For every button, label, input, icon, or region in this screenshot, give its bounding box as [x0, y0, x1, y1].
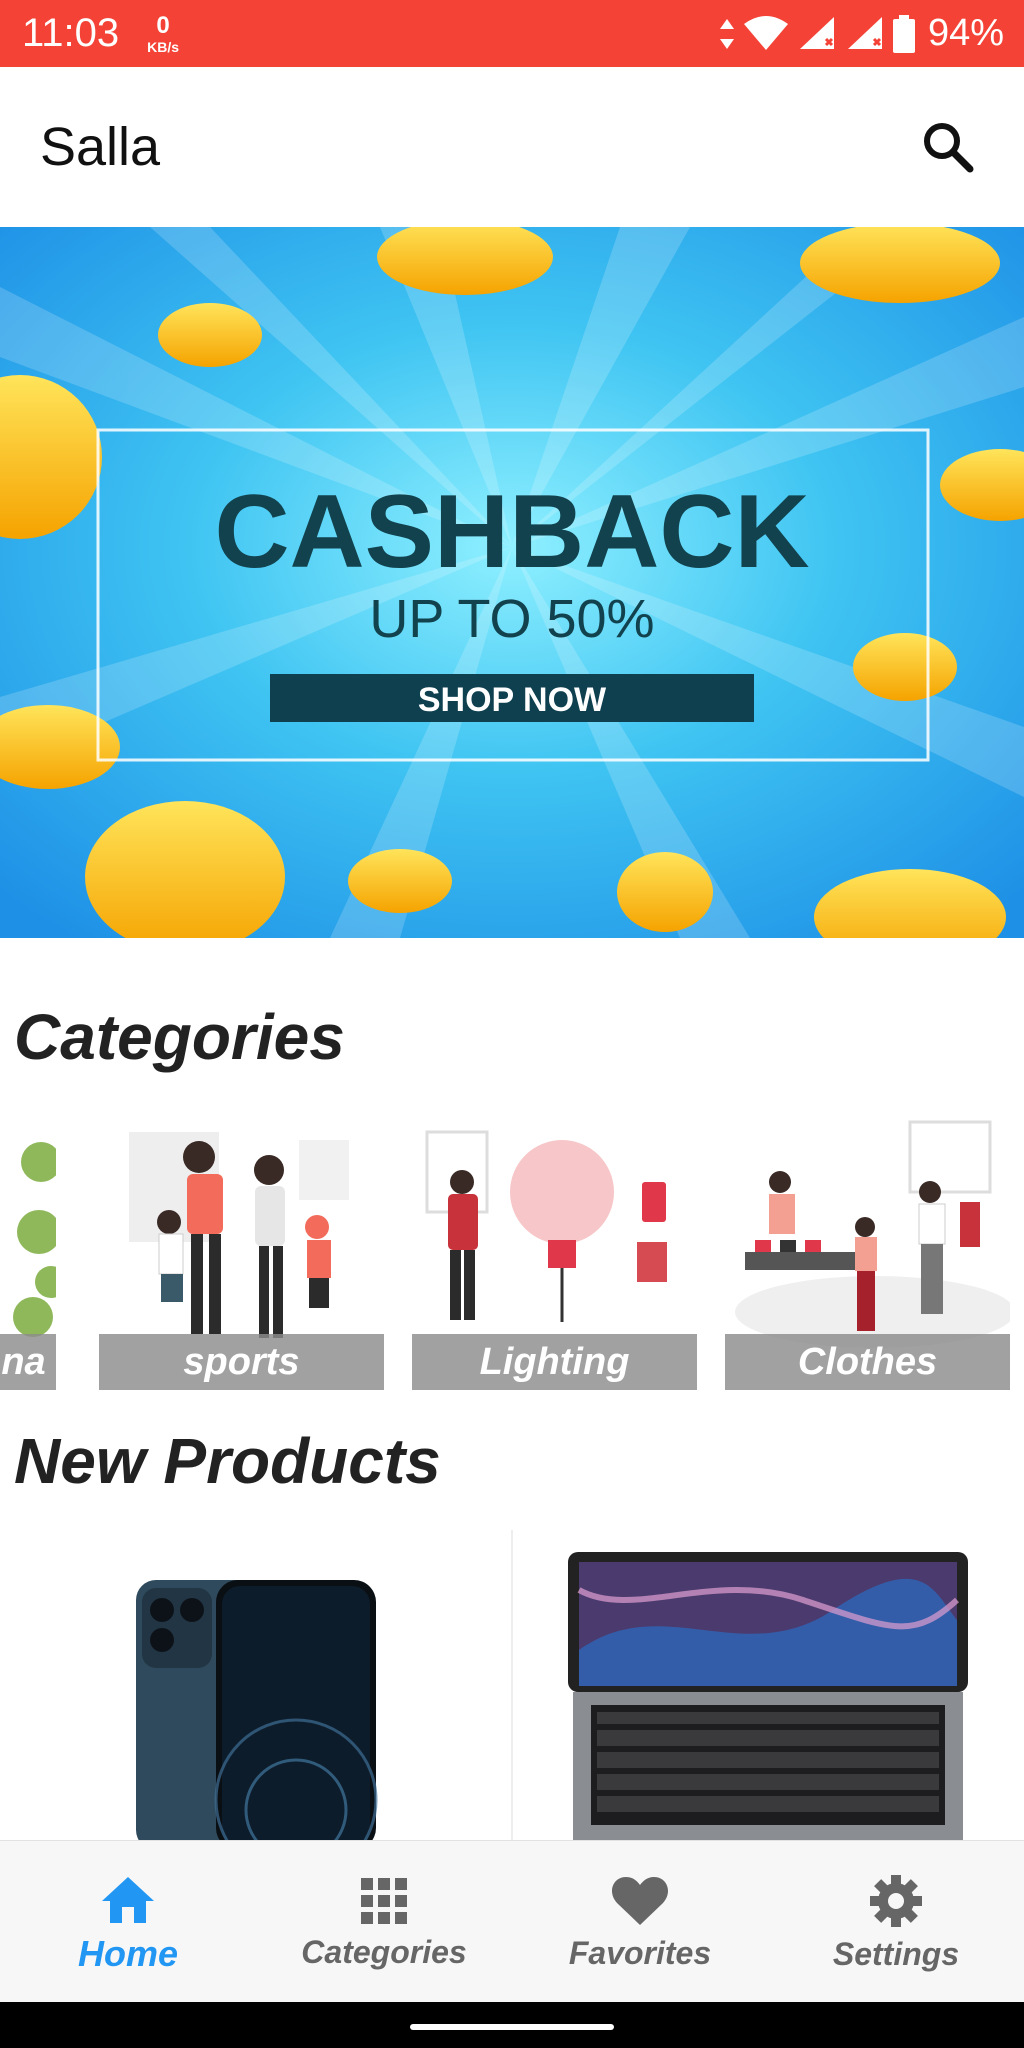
wifi-icon — [743, 15, 788, 52]
battery-percent: 94% — [927, 12, 1004, 54]
network-speed-unit: KB/s — [147, 38, 180, 55]
category-card-clothes[interactable]: Clothes — [725, 1112, 1010, 1390]
bottom-navigation: Home Categories Favorites Settings — [0, 1840, 1024, 2002]
gear-icon — [870, 1875, 922, 1927]
nav-categories[interactable]: Categories — [256, 1841, 512, 2002]
banner-cta: SHOP NOW — [418, 681, 607, 719]
app-title: Salla — [40, 117, 161, 177]
categories-carousel[interactable]: na sports Lighting Clothes — [0, 1112, 1024, 1392]
nav-home-label: Home — [77, 1932, 179, 1974]
category-card[interactable]: na — [0, 1112, 56, 1390]
network-speed: 0 KB/s — [147, 11, 180, 55]
banner-headline: CASHBACK — [214, 474, 809, 590]
battery-icon — [892, 14, 916, 54]
nav-favorites-label: Favorites — [568, 1935, 712, 1971]
nav-settings[interactable]: Settings — [768, 1841, 1024, 2002]
cell-signal-icon — [796, 15, 836, 53]
home-screen: 11:03 0 KB/s 94% Salla CASHBACK UP TO 50… — [0, 0, 1024, 2048]
smartphone-image — [136, 1580, 378, 1840]
category-label: na — [1, 1340, 46, 1383]
category-card-sports[interactable]: sports — [99, 1112, 384, 1390]
category-label-clothes: Clothes — [797, 1340, 938, 1383]
nav-categories-label: Categories — [301, 1934, 467, 1970]
category-label-sports: sports — [183, 1340, 300, 1383]
products-grid — [0, 1530, 1024, 1840]
cell-signal-icon-2 — [844, 15, 884, 53]
status-icons: 94% — [718, 12, 1004, 55]
status-bar: 11:03 0 KB/s 94% — [0, 0, 1024, 67]
data-transfer-icon — [718, 17, 736, 51]
home-indicator[interactable] — [410, 2024, 614, 2030]
banner-subheadline: UP TO 50% — [369, 589, 654, 649]
product-card[interactable] — [513, 1530, 1024, 1840]
heart-icon — [611, 1877, 669, 1925]
home-icon — [102, 1876, 154, 1923]
search-button[interactable] — [912, 111, 984, 183]
grid-icon — [361, 1878, 407, 1924]
promo-banner[interactable]: CASHBACK UP TO 50% SHOP NOW — [0, 227, 1024, 938]
status-time: 11:03 — [22, 11, 120, 55]
nav-home[interactable]: Home — [0, 1841, 256, 2002]
app-bar: Salla — [0, 67, 1024, 227]
new-products-section-title: New Products — [14, 1425, 441, 1497]
search-icon — [924, 123, 974, 173]
categories-section-title: Categories — [14, 1001, 345, 1073]
category-card-lighting[interactable]: Lighting — [412, 1112, 697, 1390]
laptop-image — [568, 1552, 968, 1840]
category-label-lighting: Lighting — [479, 1340, 630, 1383]
nav-settings-label: Settings — [832, 1936, 960, 1972]
nav-favorites[interactable]: Favorites — [512, 1841, 768, 2002]
network-speed-value: 0 — [156, 11, 170, 39]
product-card[interactable] — [0, 1530, 511, 1840]
